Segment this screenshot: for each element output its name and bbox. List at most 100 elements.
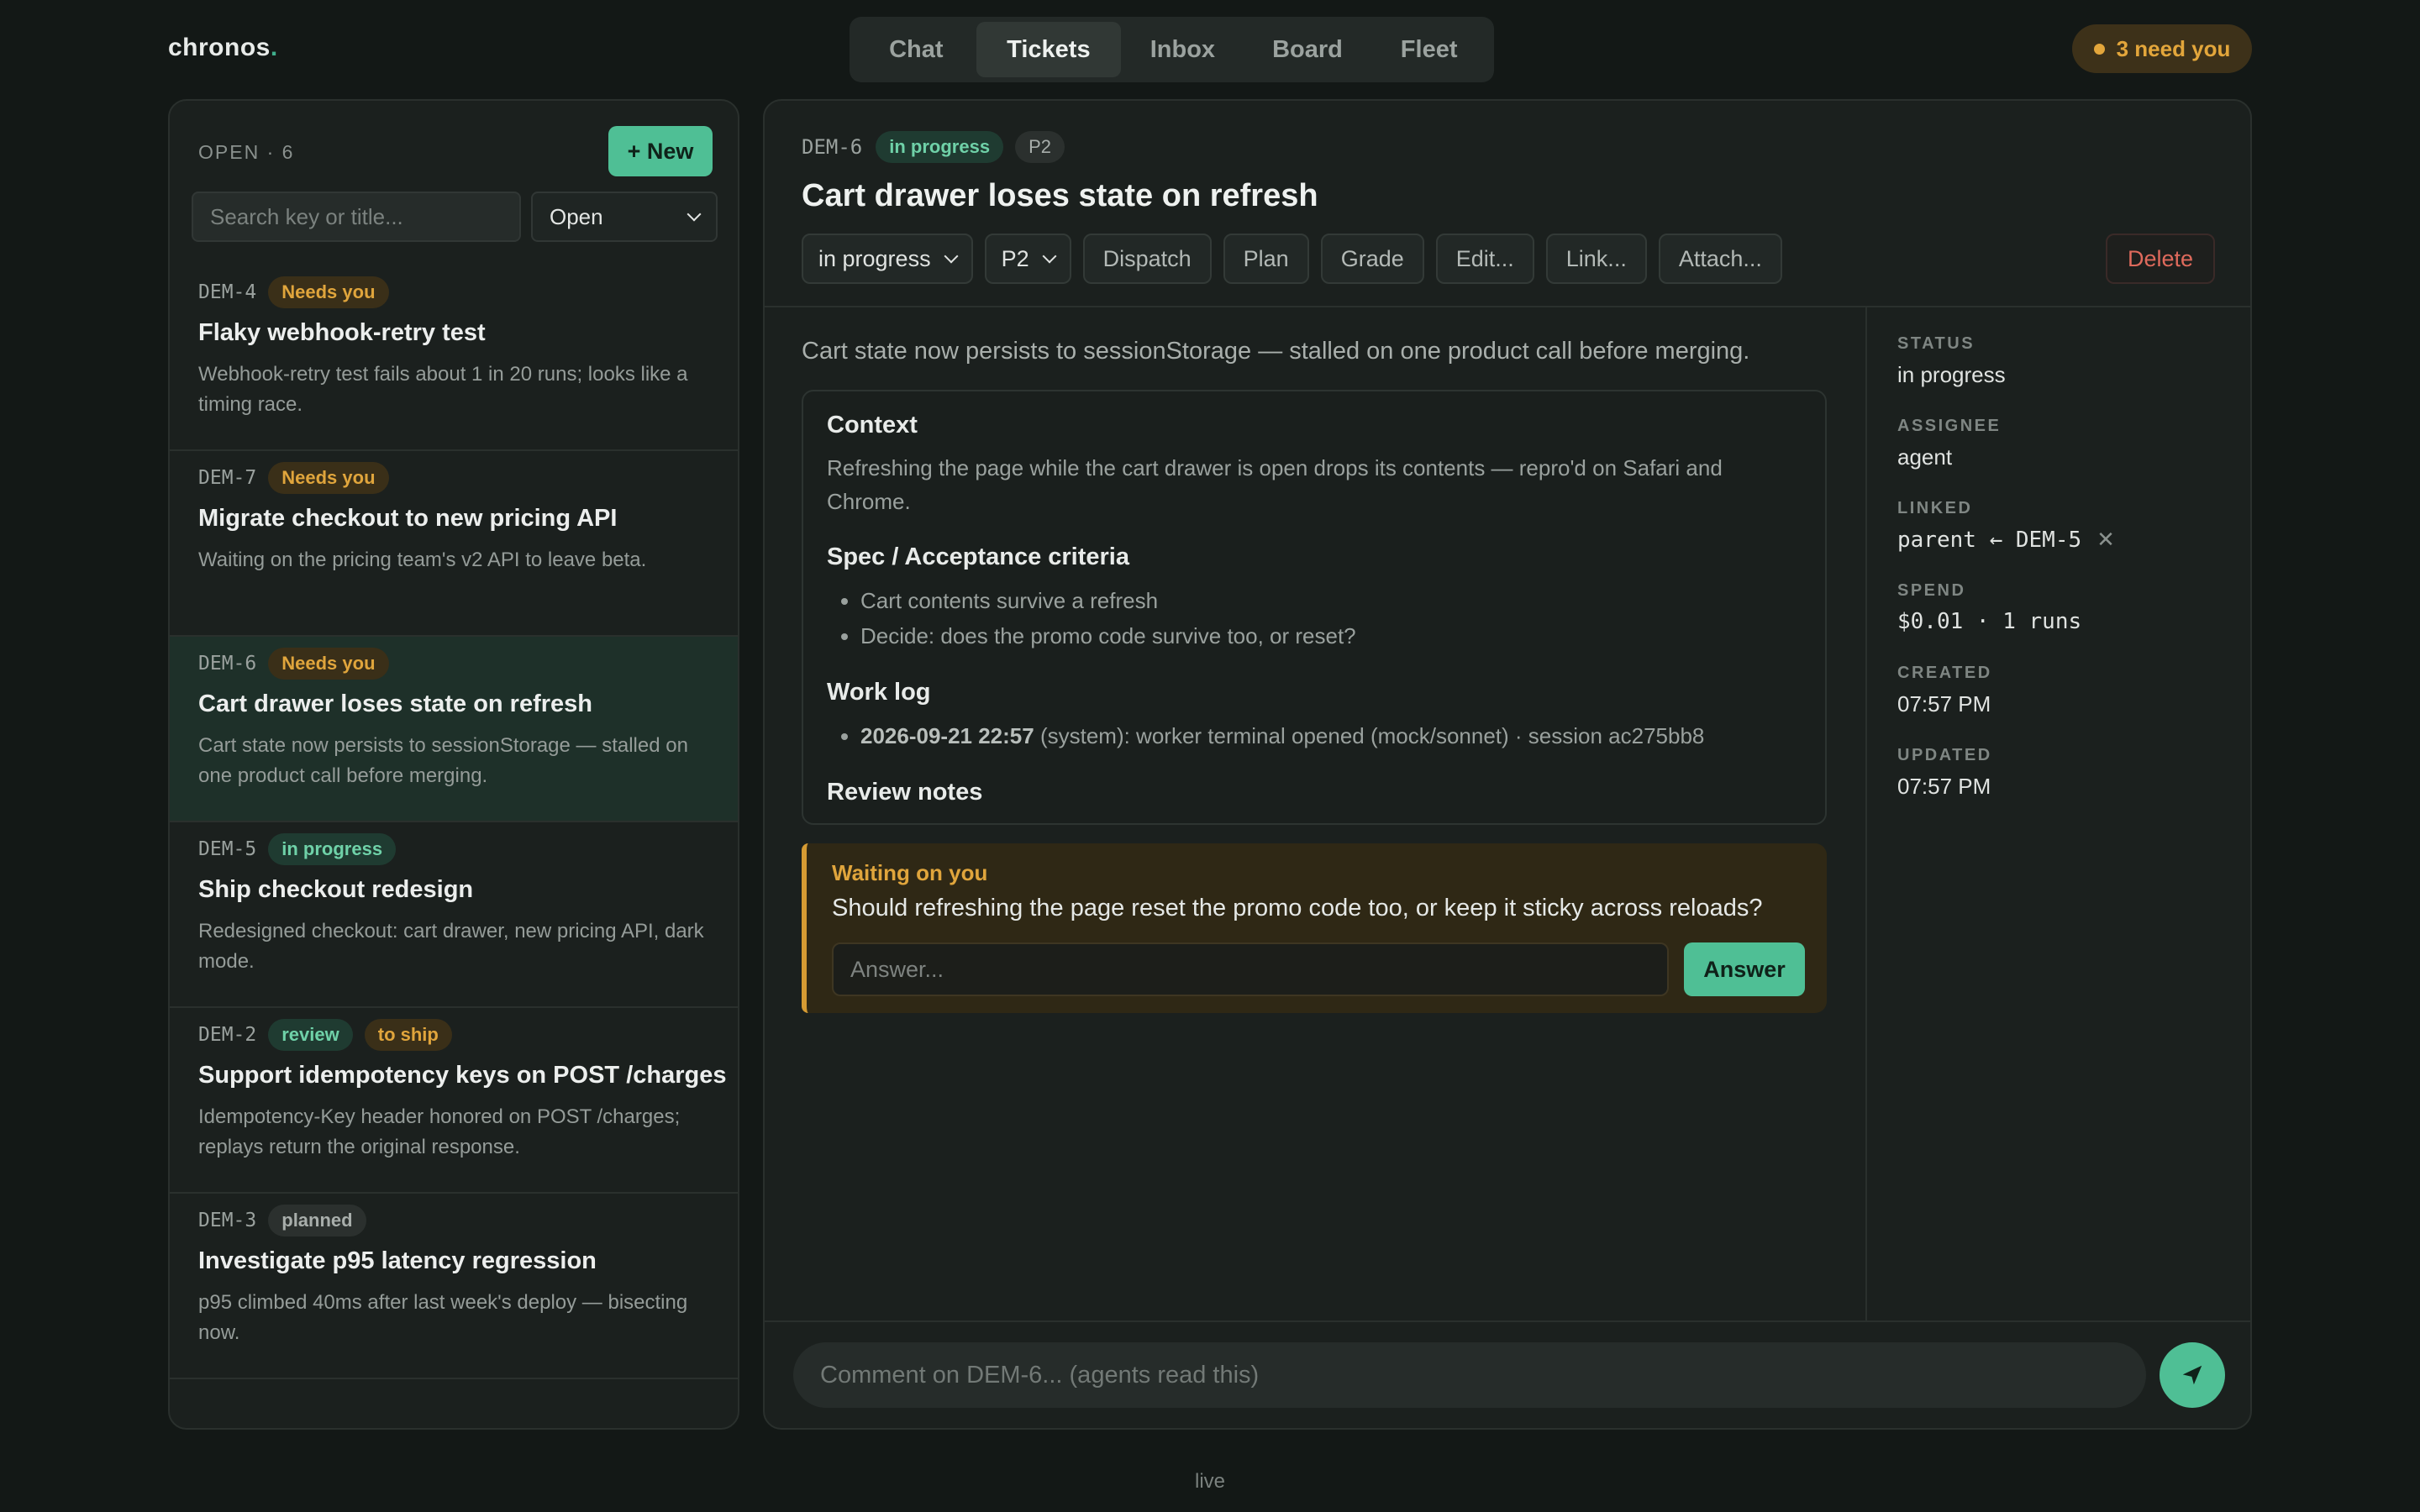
ticket-list: DEM-4 Needs you Flaky webhook-retry test …: [170, 265, 738, 1379]
answer-input[interactable]: [832, 942, 1669, 996]
ticket-description: p95 climbed 40ms after last week's deplo…: [198, 1291, 688, 1344]
ticket-title: Investigate p95 latency regression: [198, 1247, 597, 1274]
ticket-title: Support idempotency keys on POST /charge…: [198, 1062, 727, 1089]
divider: [1865, 307, 1867, 1320]
new-ticket-button[interactable]: + New: [608, 126, 713, 176]
status-badge: Needs you: [268, 276, 389, 308]
tab-tickets[interactable]: Tickets: [976, 22, 1122, 77]
open-count-label: OPEN · 6: [198, 141, 295, 163]
ticket-detail-panel: DEM-6 in progress P2 Cart drawer loses s…: [763, 99, 2252, 1430]
ticket-search-input[interactable]: [192, 192, 521, 242]
ticket-list-item[interactable]: DEM-4 Needs you Flaky webhook-retry test …: [170, 265, 738, 451]
ticket-metadata: STATUS in progress ASSIGNEE agent LINKED…: [1897, 334, 2233, 828]
priority-select-value: P2: [1001, 245, 1029, 271]
main-nav: Chat Tickets Inbox Board Fleet: [850, 17, 1494, 82]
edit-button[interactable]: Edit...: [1435, 234, 1534, 284]
needs-attention-badge[interactable]: 3 need you: [2072, 24, 2252, 73]
status-filter-select[interactable]: Open: [531, 192, 718, 242]
dispatch-button[interactable]: Dispatch: [1082, 234, 1212, 284]
meta-label: CREATED: [1897, 664, 1992, 682]
chevron-down-icon: [944, 249, 959, 264]
tab-inbox[interactable]: Inbox: [1121, 22, 1244, 77]
status-badge: Needs you: [268, 648, 389, 680]
ticket-list-item[interactable]: DEM-3 planned Investigate p95 latency reg…: [170, 1194, 738, 1379]
answer-button[interactable]: Answer: [1684, 942, 1805, 996]
linked-ticket[interactable]: parent ← DEM-5: [1897, 528, 2081, 553]
ticket-title: Migrate checkout to new pricing API: [198, 505, 618, 532]
review-notes-heading: Review notes: [827, 779, 983, 806]
meta-created: CREATED 07:57 PM: [1897, 664, 2233, 746]
spec-list: Cart contents survive a refresh Decide: …: [827, 583, 1802, 654]
divider: [765, 306, 2250, 307]
spec-item: Cart contents survive a refresh: [860, 583, 1802, 618]
status-badge: review: [268, 1019, 353, 1051]
ticket-list-item[interactable]: DEM-5 in progress Ship checkout redesign …: [170, 822, 738, 1008]
spec-item: Decide: does the promo code survive too,…: [860, 618, 1802, 654]
worklog-entry: 2026-09-21 22:57 (system): worker termin…: [860, 718, 1802, 753]
ticket-title: Flaky webhook-retry test: [198, 319, 486, 346]
meta-label: UPDATED: [1897, 746, 1992, 764]
plan-button[interactable]: Plan: [1223, 234, 1309, 284]
ticket-description: Idempotency-Key header honored on POST /…: [198, 1105, 681, 1158]
needs-attention-label: 3 need you: [2116, 35, 2231, 61]
ticket-summary: Cart state now persists to sessionStorag…: [802, 338, 1750, 365]
chevron-down-icon: [1042, 249, 1057, 264]
page-title: Cart drawer loses state on refresh: [802, 178, 1318, 213]
meta-value: 07:57 PM: [1897, 691, 1991, 717]
priority-select[interactable]: P2: [984, 234, 1071, 284]
comment-input[interactable]: [793, 1342, 2146, 1408]
waiting-on-you-box: Waiting on you Should refreshing the pag…: [802, 843, 1827, 1013]
delete-button[interactable]: Delete: [2105, 234, 2215, 284]
ticket-title: Cart drawer loses state on refresh: [198, 690, 593, 717]
tab-chat[interactable]: Chat: [856, 22, 976, 77]
spec-heading: Spec / Acceptance criteria: [827, 543, 1129, 570]
ticket-description-box: Context Refreshing the page while the ca…: [802, 390, 1827, 825]
connection-status: live: [1194, 1470, 1225, 1493]
ticket-key: DEM-4: [198, 281, 257, 303]
chevron-down-icon: [687, 207, 702, 222]
ticket-key: DEM-7: [198, 467, 257, 489]
attach-button[interactable]: Attach...: [1658, 234, 1782, 284]
meta-label: LINKED: [1897, 499, 1973, 517]
worklog-text: (system): worker terminal opened (mock/s…: [1034, 723, 1705, 748]
ticket-description: Cart state now persists to sessionStorag…: [198, 734, 688, 787]
ticket-title: Ship checkout redesign: [198, 876, 474, 903]
status-badge: in progress: [876, 131, 1004, 163]
context-heading: Context: [827, 412, 918, 438]
tab-fleet[interactable]: Fleet: [1370, 22, 1487, 77]
close-icon[interactable]: ✕: [2096, 527, 2115, 553]
meta-value: $0.01 · 1 runs: [1897, 609, 2082, 634]
ticket-key: DEM-5: [198, 838, 257, 860]
priority-badge: P2: [1015, 131, 1065, 163]
ticket-key: DEM-6: [198, 653, 257, 675]
meta-assignee: ASSIGNEE agent: [1897, 417, 2233, 499]
meta-updated: UPDATED 07:57 PM: [1897, 746, 2233, 828]
meta-value: agent: [1897, 444, 1953, 470]
grade-button[interactable]: Grade: [1320, 234, 1424, 284]
ticket-list-item[interactable]: DEM-2 review to ship Support idempotency k…: [170, 1008, 738, 1194]
ticket-list-item-selected[interactable]: DEM-6 Needs you Cart drawer loses state o…: [170, 637, 738, 822]
send-button[interactable]: [2160, 1342, 2225, 1408]
action-toolbar: in progress P2 Dispatch Plan Grade Edit.…: [802, 234, 1794, 284]
meta-value: 07:57 PM: [1897, 774, 1991, 799]
meta-value: in progress: [1897, 362, 2006, 387]
status-select-value: in progress: [818, 245, 931, 271]
meta-status: STATUS in progress: [1897, 334, 2233, 417]
waiting-label: Waiting on you: [832, 860, 988, 885]
detail-ticket-key: DEM-6: [802, 135, 863, 159]
ticket-list-panel: OPEN · 6 + New Open DEM-4 Needs you Flaky…: [168, 99, 739, 1430]
ticket-description: Redesigned checkout: cart drawer, new pr…: [198, 920, 704, 973]
tab-board[interactable]: Board: [1244, 22, 1371, 77]
context-text: Refreshing the page while the cart drawe…: [827, 455, 1723, 514]
meta-spend: SPEND $0.01 · 1 runs: [1897, 581, 2233, 664]
status-badge: Needs you: [268, 462, 389, 494]
status-filter-value: Open: [550, 203, 603, 229]
worklog-list: 2026-09-21 22:57 (system): worker termin…: [827, 718, 1802, 753]
meta-label: SPEND: [1897, 581, 1966, 600]
ticket-key: DEM-3: [198, 1210, 257, 1231]
status-select[interactable]: in progress: [802, 234, 973, 284]
ticket-description: Waiting on the pricing team's v2 API to …: [198, 549, 647, 571]
link-button[interactable]: Link...: [1545, 234, 1647, 284]
ship-badge: to ship: [364, 1019, 452, 1051]
ticket-list-item[interactable]: DEM-7 Needs you Migrate checkout to new p…: [170, 451, 738, 637]
